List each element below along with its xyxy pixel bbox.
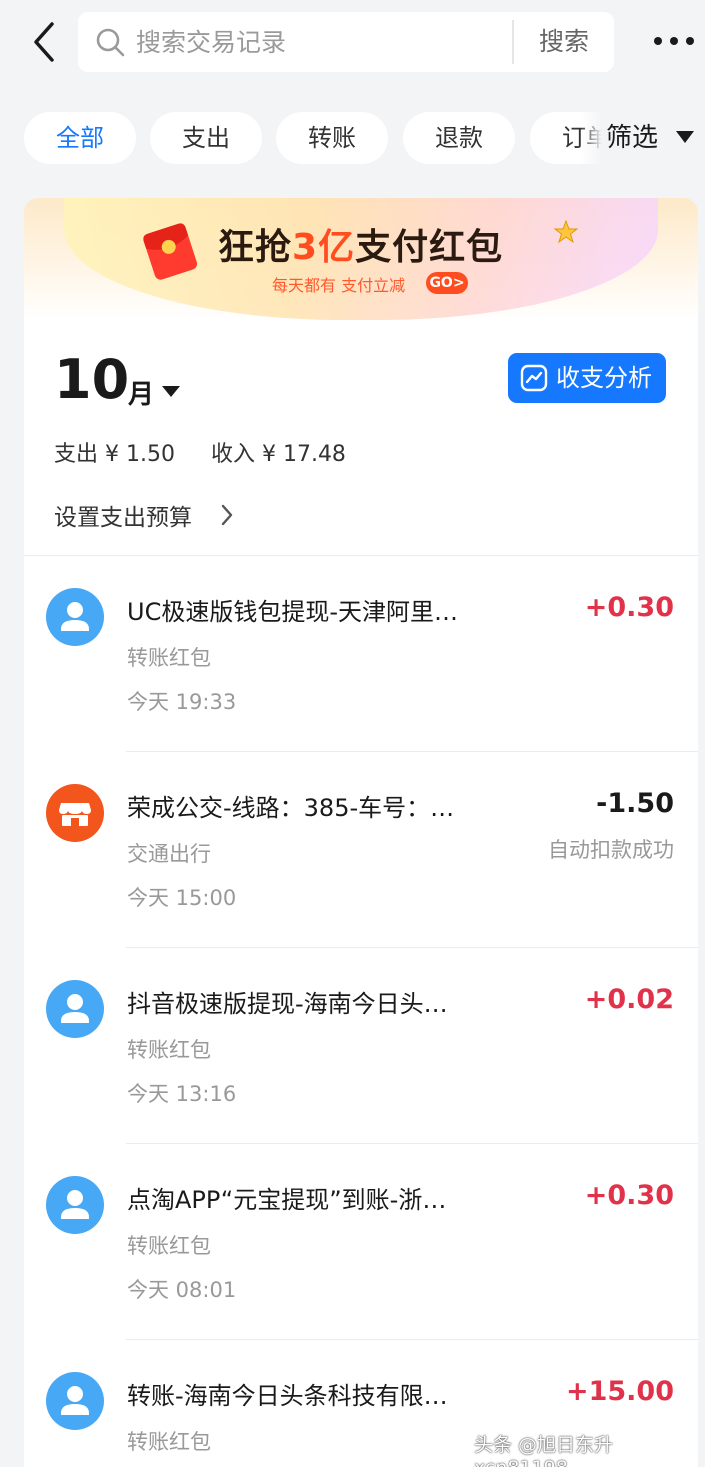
person-icon [46, 980, 104, 1038]
transaction-category: 转账红包 [127, 1430, 211, 1454]
banner-title-pre: 狂抢 [218, 227, 293, 268]
expense-total: 支出 ¥ 1.50 [54, 442, 175, 467]
transaction-title: UC极速版钱包提现-天津阿里巴巴文... [127, 598, 462, 626]
transaction-title: 荣成公交-线路：385-车号：53... [127, 794, 462, 822]
chevron-right-icon[interactable] [220, 503, 234, 527]
budget-link[interactable]: 设置支出预算 [54, 498, 192, 532]
transaction-amount: -1.50 [596, 788, 674, 819]
chip-all[interactable]: 全部 [24, 112, 136, 164]
search-box[interactable]: 搜索 [78, 12, 614, 72]
transaction-amount: +0.30 [584, 592, 674, 623]
banner-title-post: 支付红包 [355, 227, 504, 268]
more-icon[interactable] [648, 26, 700, 56]
transaction-row[interactable]: 点淘APP“元宝提现”到账-浙江阿里巴... 转账红包 今天 08:01 +0.… [24, 1144, 698, 1340]
back-icon[interactable] [26, 18, 66, 66]
transaction-amount: +0.02 [584, 984, 674, 1015]
month-unit[interactable]: 月 [128, 374, 154, 411]
transaction-status: 自动扣款成功 [548, 838, 674, 862]
banner-go-button[interactable]: GO> [426, 272, 468, 294]
banner-title-highlight: 3亿 [292, 227, 356, 268]
transaction-amount: +15.00 [565, 1376, 674, 1407]
transaction-title: 抖音极速版提现-海南今日头条科技... [127, 990, 462, 1018]
banner-title: 狂抢3亿支付红包 [218, 218, 503, 270]
chip-expense[interactable]: 支出 [150, 112, 262, 164]
records-card: 狂抢3亿支付红包 每天都有 支付立减 GO> 10 月 收支分析 支出 ¥ 1.… [24, 198, 698, 1467]
star-icon [553, 219, 579, 244]
analysis-button[interactable]: 收支分析 [508, 353, 666, 403]
filter-button[interactable]: 筛选 [606, 116, 658, 160]
month-caret-icon[interactable] [162, 386, 180, 397]
transaction-category: 交通出行 [127, 842, 211, 866]
search-input[interactable] [136, 12, 556, 72]
watermark: 头条 @旭日东升xcn81198 [474, 1434, 614, 1467]
search-icon [94, 26, 126, 58]
analysis-label: 收支分析 [556, 364, 652, 392]
transaction-time: 今天 19:33 [127, 690, 237, 714]
banner-subtitle: 每天都有 支付立减 [272, 276, 406, 295]
transaction-title: 转账-海南今日头条科技有限公司 [127, 1382, 462, 1410]
transaction-time: 今天 13:16 [127, 1082, 237, 1106]
transaction-title: 点淘APP“元宝提现”到账-浙江阿里巴... [127, 1186, 462, 1214]
top-bar: 搜索 [0, 0, 705, 88]
caret-down-icon[interactable] [676, 131, 694, 143]
month-summary: 支出 ¥ 1.50 收入 ¥ 17.48 [54, 436, 346, 468]
transaction-row[interactable]: 荣成公交-线路：385-车号：53... 交通出行 今天 15:00 -1.50… [24, 752, 698, 948]
transaction-row[interactable]: UC极速版钱包提现-天津阿里巴巴文... 转账红包 今天 19:33 +0.30 [24, 556, 698, 752]
transaction-amount: +0.30 [584, 1180, 674, 1211]
transaction-time: 今天 15:00 [127, 886, 237, 910]
month-number[interactable]: 10 [54, 348, 129, 411]
transaction-time: 今天 08:01 [127, 1278, 237, 1302]
chip-transfer[interactable]: 转账 [276, 112, 388, 164]
search-button[interactable]: 搜索 [514, 12, 614, 72]
person-icon [46, 1372, 104, 1430]
shop-icon [46, 784, 104, 842]
trend-chart-icon [520, 364, 548, 392]
person-icon [46, 1176, 104, 1234]
transaction-category: 转账红包 [127, 1038, 211, 1062]
promo-banner[interactable]: 狂抢3亿支付红包 每天都有 支付立减 GO> [24, 198, 698, 320]
transaction-category: 转账红包 [127, 646, 211, 670]
transaction-category: 转账红包 [127, 1234, 211, 1258]
income-total: 收入 ¥ 17.48 [210, 442, 346, 467]
red-packet-icon [134, 220, 204, 282]
transaction-row[interactable]: 抖音极速版提现-海南今日头条科技... 转账红包 今天 13:16 +0.02 [24, 948, 698, 1144]
person-icon [46, 588, 104, 646]
chip-refund[interactable]: 退款 [403, 112, 515, 164]
